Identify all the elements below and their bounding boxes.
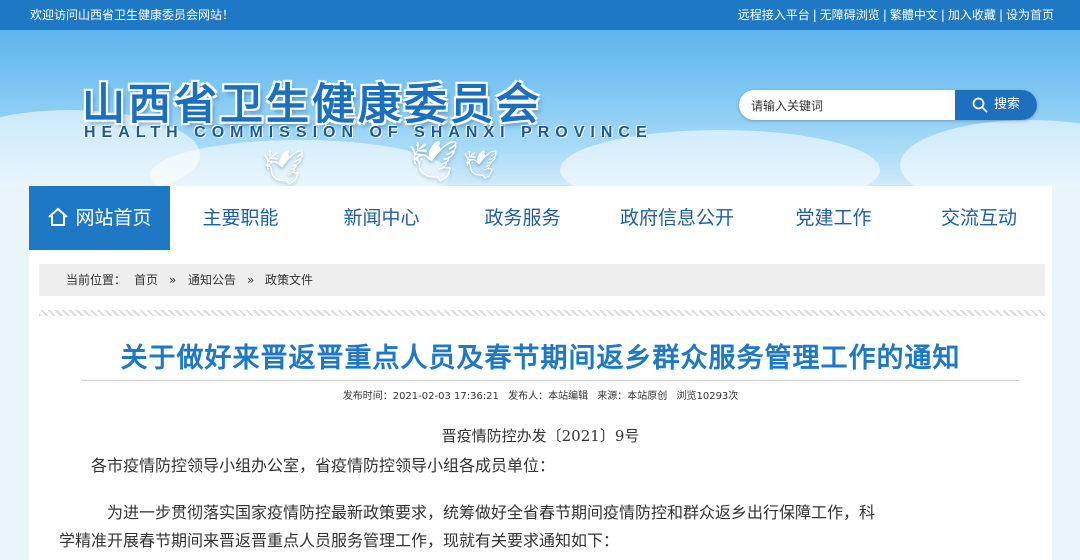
main-nav: 网站首页 主要职能 新闻中心 政务服务 政府信息公开 党建工作 交流互动 (29, 186, 1052, 250)
title-underline (81, 380, 1019, 381)
breadcrumb-home[interactable]: 首页 (134, 264, 158, 296)
remote-access-link[interactable]: 远程接入平台 (738, 8, 810, 22)
breadcrumb-policy[interactable]: 政策文件 (265, 264, 313, 296)
hatched-divider (39, 310, 1045, 316)
site-title: 山西省卫生健康委员会 (82, 80, 542, 130)
welcome-text: 欢迎访问山西省卫生健康委员会网站！ (30, 8, 235, 22)
breadcrumb-notices[interactable]: 通知公告 (188, 264, 236, 296)
salutation: 各市疫情防控领导小组办公室，省疫情防控领导小组各成员单位： (91, 456, 556, 475)
search-input[interactable] (749, 95, 953, 117)
nav-item-label: 新闻中心 (343, 207, 420, 229)
dove-icon: 🕊 (408, 139, 459, 185)
nav-item-label: 网站首页 (75, 207, 152, 229)
nav-item-label: 主要职能 (202, 207, 279, 229)
article-meta: 发布时间：2021-02-03 17:36:21 发布人：本站编辑 来源：本站原… (29, 387, 1052, 402)
dove-icon: 🕊 (262, 148, 306, 186)
top-bar: 欢迎访问山西省卫生健康委员会网站！ 远程接入平台 | 无障碍浏览 | 繁體中文 | 加入收藏… (0, 0, 1080, 30)
source: 来源：本站原创 (597, 391, 668, 402)
home-icon (48, 207, 69, 226)
body-line: 为进一步贯彻落实国家疫情防控最新政策要求，统筹做好全省春节期间疫情防控和群众返乡… (107, 503, 876, 522)
document-number: 晋疫情防控办发〔2021〕9号 (441, 427, 640, 445)
nav-item-label: 党建工作 (795, 207, 872, 229)
accessibility-link[interactable]: 无障碍浏览 (820, 8, 880, 22)
breadcrumb-separator: » (169, 273, 177, 287)
breadcrumb: 当前位置： 首页 » 通知公告 » 政策文件 (39, 264, 1045, 296)
body-line: 学精准开展春节期间来晋返晋重点人员服务管理工作，现就有关要求通知如下： (59, 531, 620, 550)
cloud-decoration (900, 120, 1080, 186)
article-title: 关于做好来晋返晋重点人员及春节期间返乡群众服务管理工作的通知 (120, 343, 961, 374)
add-favorite-link[interactable]: 加入收藏 (948, 8, 996, 22)
nav-item-interaction[interactable]: 交流互动 (906, 186, 1052, 250)
nav-item-party-building[interactable]: 党建工作 (761, 186, 906, 250)
publisher: 发布人：本站编辑 (508, 391, 589, 402)
header-banner: 山西省卫生健康委员会 HEALTH COMMISSION OF SHANXI P… (0, 30, 1080, 186)
view-count: 浏览10293次 (676, 391, 739, 402)
nav-item-home[interactable]: 网站首页 (29, 186, 170, 250)
site-subtitle: HEALTH COMMISSION OF SHANXI PROVINCE (84, 124, 653, 141)
set-homepage-link[interactable]: 设为首页 (1006, 8, 1054, 22)
search-button-label: 搜索 (993, 97, 1020, 112)
publish-time: 发布时间：2021-02-03 17:36:21 (342, 391, 499, 402)
nav-item-label: 政务服务 (484, 207, 561, 229)
breadcrumb-prefix: 当前位置： (66, 273, 127, 287)
top-links: 远程接入平台 | 无障碍浏览 | 繁體中文 | 加入收藏 | 设为首页 (737, 8, 1054, 22)
nav-item-info-disclosure[interactable]: 政府信息公开 (593, 186, 761, 250)
search-button[interactable]: 搜索 (955, 90, 1037, 120)
nav-item-functions[interactable]: 主要职能 (170, 186, 311, 250)
content-area: 当前位置： 首页 » 通知公告 » 政策文件 关于做好来晋返晋重点人员及春节期间… (29, 250, 1052, 560)
breadcrumb-separator: » (247, 273, 255, 287)
nav-item-label: 政府信息公开 (619, 207, 734, 229)
dove-icon: 🕊 (463, 148, 499, 181)
search-box: 搜索 (739, 90, 1037, 120)
traditional-chinese-link[interactable]: 繁體中文 (890, 8, 938, 22)
nav-item-news[interactable]: 新闻中心 (311, 186, 452, 250)
search-icon (972, 97, 988, 112)
nav-item-label: 交流互动 (940, 207, 1017, 229)
nav-item-services[interactable]: 政务服务 (452, 186, 593, 250)
